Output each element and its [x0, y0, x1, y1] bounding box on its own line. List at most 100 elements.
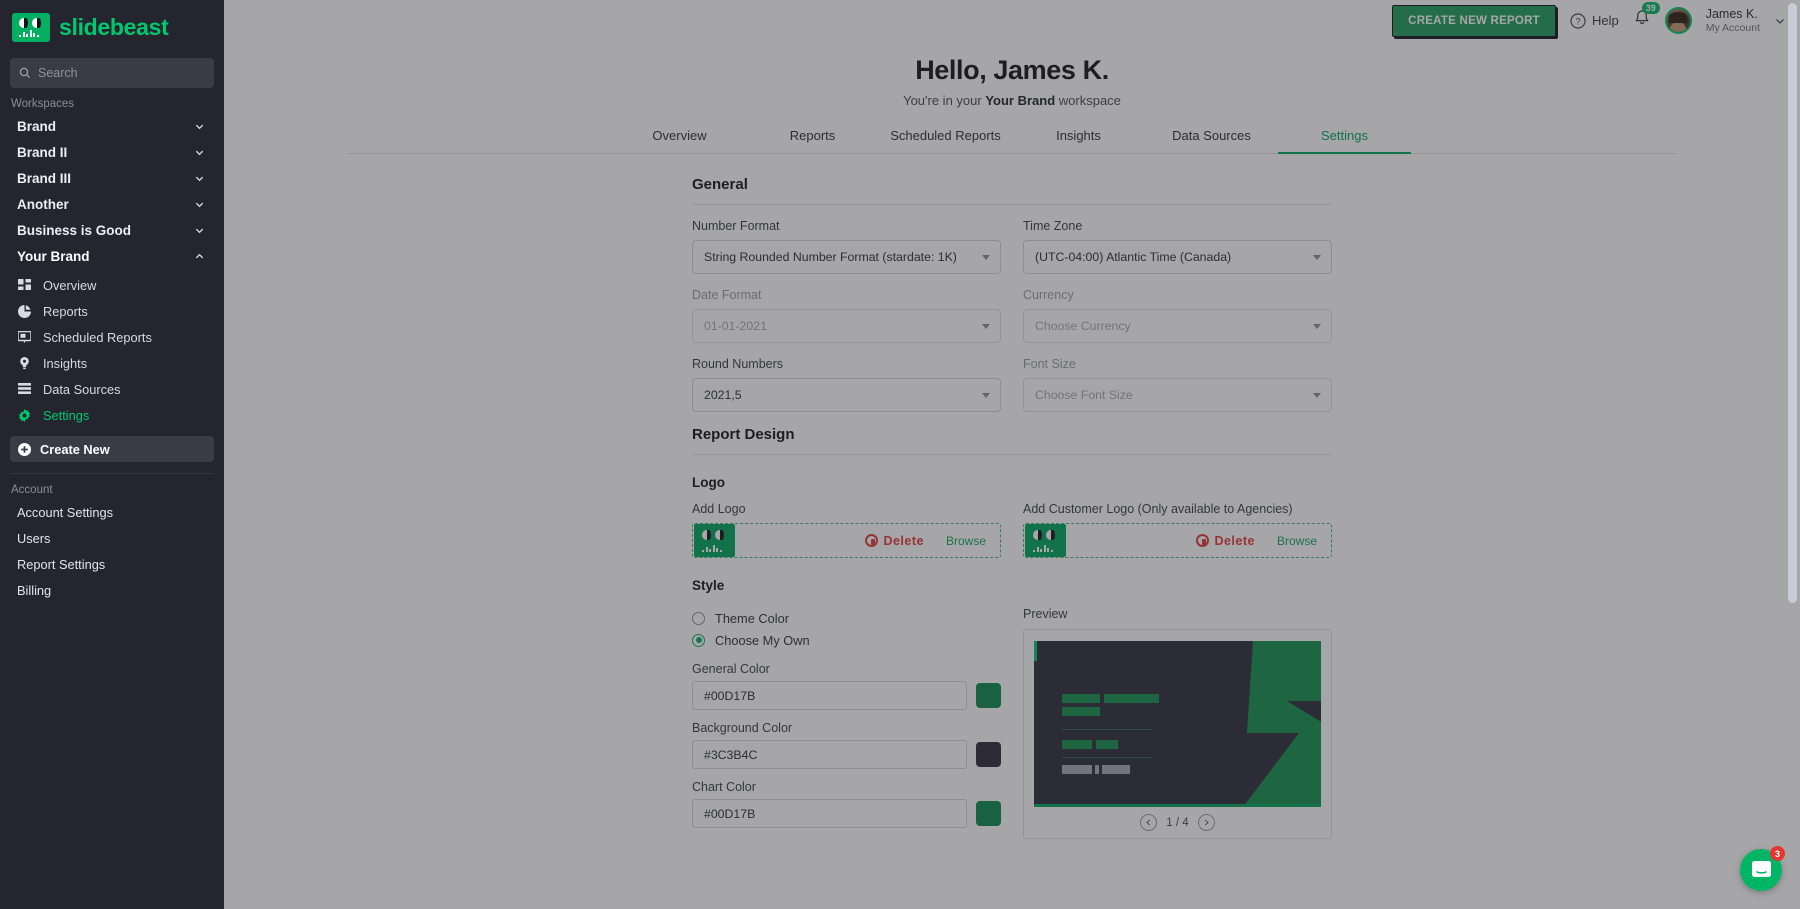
number-format-select[interactable]: String Rounded Number Format (stardate: …: [692, 240, 1001, 274]
tab-scheduled-reports[interactable]: Scheduled Reports: [879, 120, 1012, 154]
font-size-label: Font Size: [1023, 357, 1076, 371]
number-format-field: Number Format String Rounded Number Form…: [692, 219, 1001, 274]
date-format-select[interactable]: 01-01-2021: [692, 309, 1001, 343]
notifications-button[interactable]: 39: [1633, 2, 1660, 32]
create-new-button[interactable]: Create New: [10, 436, 214, 462]
chevron-down-icon: [982, 254, 990, 260]
add-logo-dropzone[interactable]: Delete Browse: [692, 523, 1001, 558]
sidebar-item-settings[interactable]: Settings: [0, 402, 224, 428]
search-input[interactable]: [38, 66, 205, 80]
general-section-title: General: [692, 176, 748, 193]
theme-color-radio-row[interactable]: Theme Color: [692, 607, 1001, 629]
general-color-input[interactable]: #00D17B: [692, 681, 967, 710]
delete-logo-button[interactable]: Delete: [865, 534, 924, 548]
intercom-badge: 3: [1770, 846, 1785, 861]
intercom-chat-button[interactable]: 3: [1740, 846, 1785, 891]
date-format-label: Date Format: [692, 288, 762, 302]
time-zone-select[interactable]: (UTC-04:00) Atlantic Time (Canada): [1023, 240, 1332, 274]
search-box[interactable]: [10, 58, 214, 88]
sidebar-item-overview[interactable]: Overview: [0, 272, 224, 298]
sidebar: slidebeast Workspaces Brand Brand II Bra…: [0, 0, 224, 909]
chevron-down-icon: [982, 323, 990, 329]
workspace-label: Brand: [17, 118, 57, 134]
sidebar-item-label: Data Sources: [43, 381, 121, 397]
logo-thumbnail-icon: [694, 524, 735, 557]
theme-color-radio[interactable]: [692, 611, 705, 625]
help-button[interactable]: ? Help: [1570, 12, 1619, 29]
page-scrollbar[interactable]: [1788, 3, 1797, 603]
browse-customer-logo-button[interactable]: Browse: [1277, 534, 1317, 548]
workspace-label: Another: [17, 196, 69, 212]
workspace-item-brand-ii[interactable]: Brand II: [0, 139, 224, 165]
round-numbers-label: Round Numbers: [692, 357, 784, 371]
general-color-swatch[interactable]: [976, 683, 1001, 708]
style-subsection-title: Style: [692, 578, 725, 593]
workspace-item-your-brand[interactable]: Your Brand: [0, 243, 224, 269]
general-color-row: #00D17B: [692, 681, 1001, 710]
browse-logo-button[interactable]: Browse: [946, 534, 986, 548]
sidebar-item-billing[interactable]: Billing: [0, 577, 224, 603]
tab-settings[interactable]: Settings: [1278, 120, 1411, 154]
tab-data-sources[interactable]: Data Sources: [1145, 120, 1278, 154]
tab-reports[interactable]: Reports: [746, 120, 879, 154]
sidebar-item-report-settings[interactable]: Report Settings: [0, 551, 224, 577]
preview-prev-button[interactable]: [1140, 814, 1158, 831]
sidebar-item-data-sources[interactable]: Data Sources: [0, 376, 224, 402]
tab-overview[interactable]: Overview: [613, 120, 746, 154]
chevron-down-icon: [1313, 392, 1321, 398]
sidebar-item-account-settings[interactable]: Account Settings: [0, 499, 224, 525]
subtitle-suffix: workspace: [1055, 93, 1121, 108]
delete-label: Delete: [1214, 533, 1255, 548]
delete-customer-logo-button[interactable]: Delete: [1196, 534, 1255, 548]
chart-color-input[interactable]: #00D17B: [692, 799, 967, 828]
add-customer-logo-dropzone[interactable]: Delete Browse: [1023, 523, 1332, 558]
grid-icon: [17, 278, 32, 292]
background-color-row: #3C3B4C: [692, 740, 1001, 769]
chevron-down-icon[interactable]: [1774, 15, 1786, 27]
sidebar-item-scheduled-reports[interactable]: Scheduled Reports: [0, 324, 224, 350]
trash-icon: [1196, 534, 1210, 547]
chevron-down-icon: [982, 392, 990, 398]
time-zone-value: (UTC-04:00) Atlantic Time (Canada): [1035, 250, 1232, 264]
trash-icon: [865, 534, 879, 547]
sidebar-item-reports[interactable]: Reports: [0, 298, 224, 324]
brand-logo[interactable]: slidebeast: [0, 0, 224, 44]
currency-placeholder: Choose Currency: [1035, 319, 1131, 333]
topbar: CREATE NEW REPORT ? Help 39 James K. My …: [224, 0, 1800, 41]
sidebar-item-label: Settings: [43, 407, 90, 423]
round-numbers-select[interactable]: 2021,5: [692, 378, 1001, 412]
sidebar-item-users[interactable]: Users: [0, 525, 224, 551]
currency-select[interactable]: Choose Currency: [1023, 309, 1332, 343]
tab-insights[interactable]: Insights: [1012, 120, 1145, 154]
font-size-select[interactable]: Choose Font Size: [1023, 378, 1332, 412]
report-design-section-title: Report Design: [692, 426, 795, 443]
background-color-field: Background Color #3C3B4C: [692, 721, 1001, 769]
workspace-item-business-is-good[interactable]: Business is Good: [0, 217, 224, 243]
sidebar-item-insights[interactable]: Insights: [0, 350, 224, 376]
workspace-item-brand[interactable]: Brand: [0, 113, 224, 139]
workspace-item-another[interactable]: Another: [0, 191, 224, 217]
background-color-input[interactable]: #3C3B4C: [692, 740, 967, 769]
section-divider: [692, 204, 1332, 205]
preview-next-button[interactable]: [1197, 814, 1215, 831]
create-new-report-button[interactable]: CREATE NEW REPORT: [1392, 4, 1556, 37]
workspace-label: Business is Good: [17, 222, 132, 238]
greeting-block: Hello, James K. You're in your Your Bran…: [224, 41, 1800, 108]
database-icon: [17, 383, 32, 395]
add-logo-label: Add Logo: [692, 502, 746, 516]
sidebar-item-label: Insights: [43, 355, 88, 371]
account-label: Account: [11, 484, 53, 496]
question-circle-icon: ?: [1570, 12, 1586, 29]
choose-my-own-radio[interactable]: [692, 633, 705, 647]
user-menu[interactable]: James K. My Account: [1706, 7, 1760, 33]
background-color-swatch[interactable]: [976, 742, 1001, 767]
chart-color-swatch[interactable]: [976, 801, 1001, 826]
workspace-item-brand-iii[interactable]: Brand III: [0, 165, 224, 191]
workspace-label: Brand II: [17, 144, 68, 160]
choose-my-own-radio-row[interactable]: Choose My Own: [692, 629, 1001, 651]
workspace-name: Your Brand: [985, 93, 1056, 108]
round-numbers-value: 2021,5: [704, 388, 742, 402]
workspace-label: Brand III: [17, 170, 72, 186]
workspace-subnav: Overview Reports Scheduled Reports Insig…: [0, 269, 224, 428]
user-avatar[interactable]: [1664, 7, 1692, 34]
